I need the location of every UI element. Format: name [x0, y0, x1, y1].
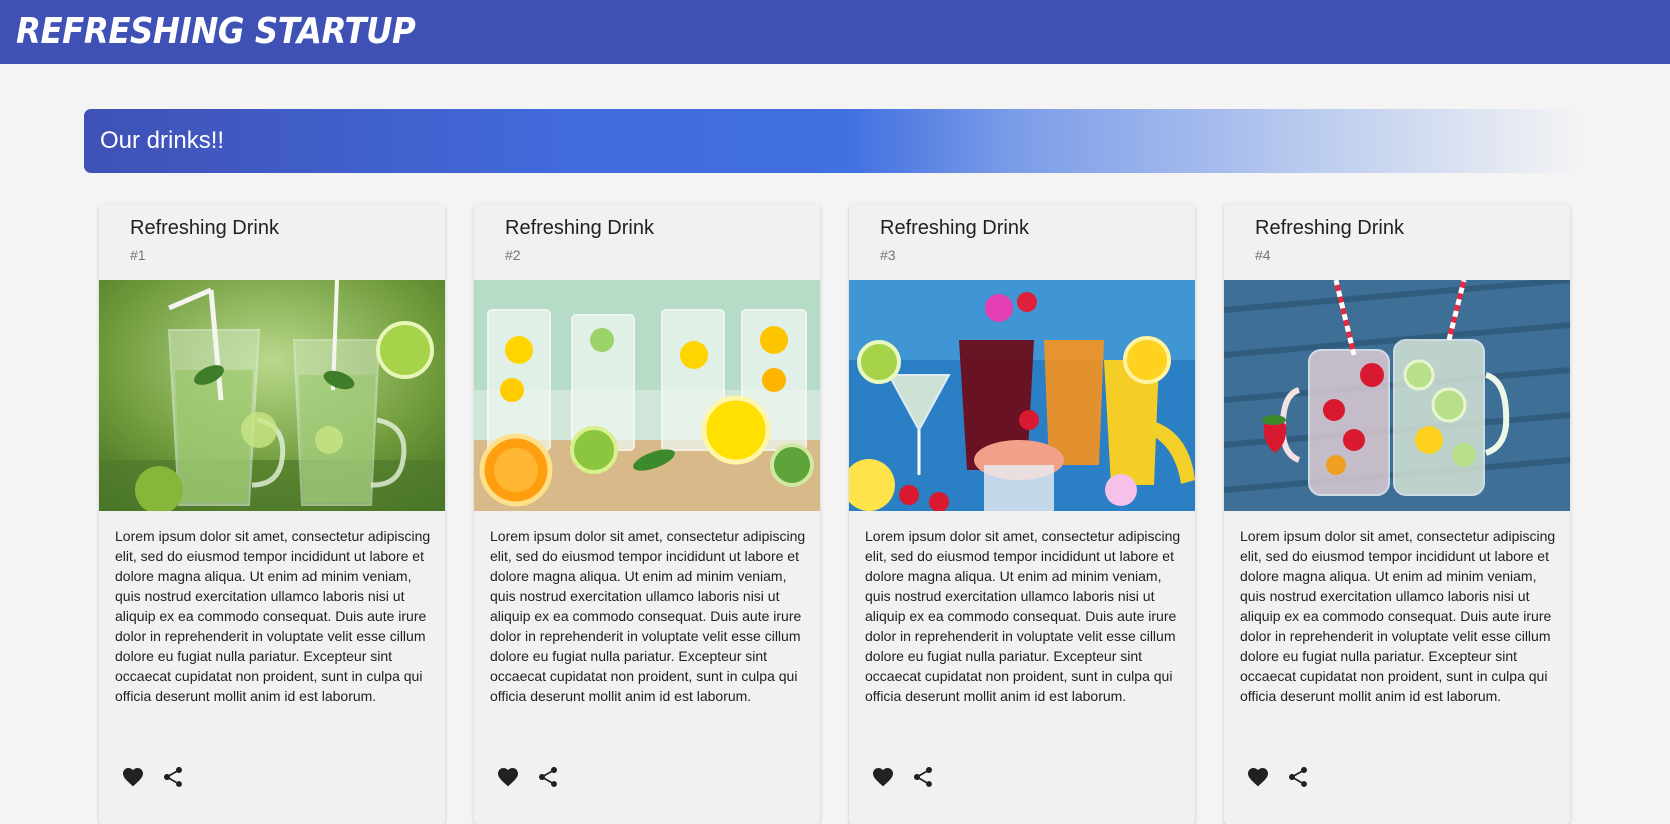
tropical-cocktails-image	[849, 280, 1195, 511]
share-button[interactable]	[528, 757, 568, 797]
section-banner: Our drinks!!	[84, 109, 1584, 173]
card-header: Refreshing Drink #2	[474, 204, 820, 280]
share-button[interactable]	[153, 757, 193, 797]
card-description: Lorem ipsum dolor sit amet, consectetur …	[865, 528, 1181, 704]
favorite-button[interactable]	[488, 757, 528, 797]
share-icon	[1289, 767, 1307, 787]
share-button[interactable]	[903, 757, 943, 797]
share-icon	[539, 767, 557, 787]
card-header: Refreshing Drink #1	[99, 204, 445, 280]
card-header: Refreshing Drink #3	[849, 204, 1195, 280]
favorite-icon	[498, 768, 518, 787]
card-subtitle: #3	[880, 247, 896, 263]
drink-card: Refreshing Drink #2 Lorem ipsum dolor si…	[474, 204, 820, 824]
card-description: Lorem ipsum dolor sit amet, consectetur …	[1240, 528, 1556, 704]
card-subtitle: #2	[505, 247, 521, 263]
favorite-icon	[123, 768, 143, 787]
section-title: Our drinks!!	[100, 127, 225, 154]
brand-logo-text[interactable]: REFRESHING STARTUP	[16, 6, 416, 58]
card-subtitle: #1	[130, 247, 146, 263]
card-title: Refreshing Drink	[130, 217, 279, 239]
favorite-button[interactable]	[863, 757, 903, 797]
card-title: Refreshing Drink	[880, 217, 1029, 239]
mojito-glasses-image	[99, 280, 445, 511]
infused-water-glasses-image	[474, 280, 820, 511]
mason-jar-drinks-image	[1224, 280, 1570, 511]
favorite-icon	[873, 768, 893, 787]
share-icon	[164, 767, 182, 787]
card-header: Refreshing Drink #4	[1224, 204, 1570, 280]
drink-card: Refreshing Drink #4 Lorem ipsum dolor si…	[1224, 204, 1570, 824]
card-title: Refreshing Drink	[505, 217, 654, 239]
favorite-icon	[1248, 768, 1268, 787]
card-title: Refreshing Drink	[1255, 217, 1404, 239]
share-icon	[914, 767, 932, 787]
favorite-button[interactable]	[1238, 757, 1278, 797]
top-toolbar: REFRESHING STARTUP	[0, 0, 1670, 64]
card-description: Lorem ipsum dolor sit amet, consectetur …	[115, 528, 431, 704]
card-subtitle: #4	[1255, 247, 1271, 263]
drink-card: Refreshing Drink #1 Lorem ipsum dolor si…	[99, 204, 445, 824]
favorite-button[interactable]	[113, 757, 153, 797]
drink-card: Refreshing Drink #3 Lorem ipsum dolor si…	[849, 204, 1195, 824]
card-description: Lorem ipsum dolor sit amet, consectetur …	[490, 528, 806, 704]
share-button[interactable]	[1278, 757, 1318, 797]
